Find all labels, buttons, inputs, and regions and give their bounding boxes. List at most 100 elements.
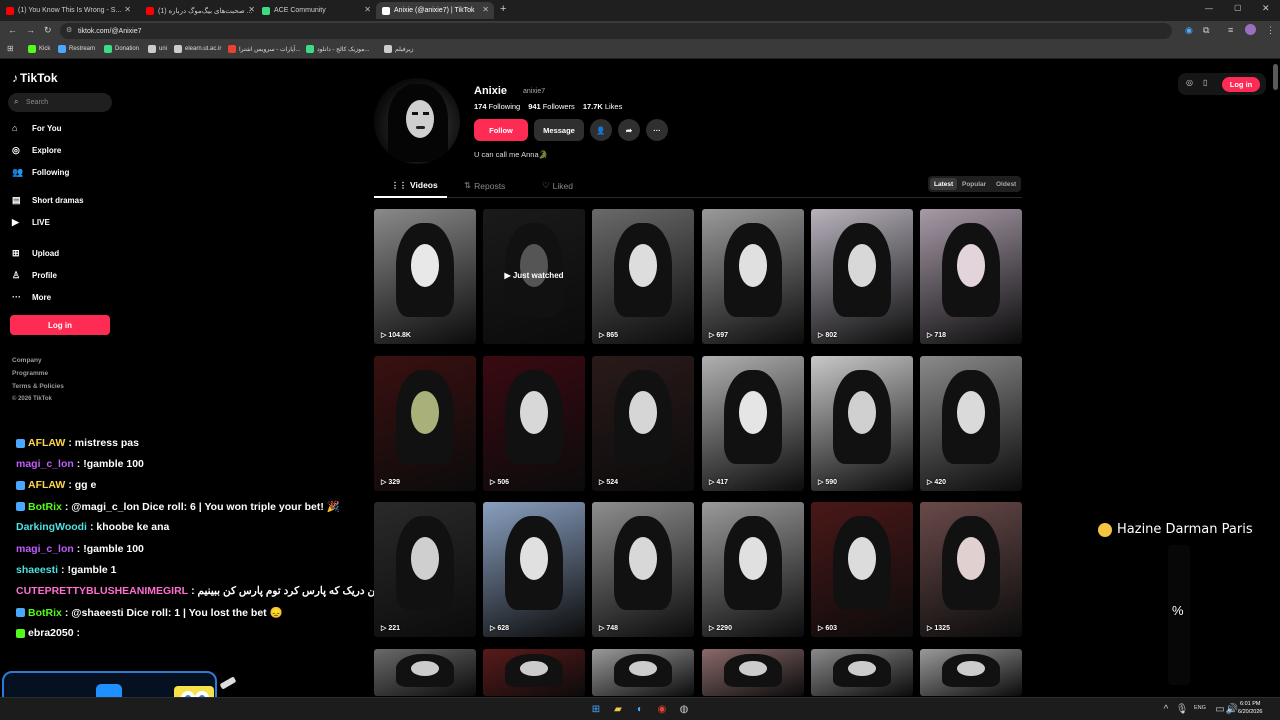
extensions-puzzle-icon[interactable]: ⧉ bbox=[1203, 25, 1209, 36]
tab-liked[interactable]: ♡ Liked bbox=[542, 180, 573, 191]
tab-close-icon[interactable]: ✕ bbox=[364, 5, 371, 14]
tab-close-icon[interactable]: ✕ bbox=[124, 5, 131, 14]
forward-icon[interactable]: → bbox=[26, 25, 35, 35]
following-stat[interactable]: 174 Following bbox=[474, 102, 520, 111]
followers-stat[interactable]: 941 Followers bbox=[528, 102, 575, 111]
sort-popular[interactable]: Popular bbox=[958, 178, 990, 190]
play-icon: ▷ bbox=[599, 332, 605, 339]
video-thumbnail[interactable]: ▷ 697 bbox=[702, 209, 804, 344]
bookmark-item[interactable]: elearn.ut.ac.ir bbox=[174, 45, 221, 53]
tab-close-icon[interactable]: ✕ bbox=[248, 5, 255, 14]
browser-tab[interactable]: ACE Community ✕ bbox=[256, 2, 376, 19]
sidebar-item-upload[interactable]: ⊞ Upload bbox=[12, 248, 59, 259]
bookmark-item[interactable]: موزیک کالج - دانلود... bbox=[306, 45, 369, 53]
sidebar-item-profile[interactable]: ♙ Profile bbox=[12, 270, 57, 281]
video-thumbnail[interactable] bbox=[920, 649, 1022, 696]
video-thumbnail[interactable]: ▷ 603 bbox=[811, 502, 913, 637]
sidebar-item-following[interactable]: 👥 Following bbox=[12, 167, 69, 178]
microphone-icon[interactable]: 🎙 bbox=[1174, 701, 1190, 717]
video-thumbnail[interactable] bbox=[592, 649, 694, 696]
message-button[interactable]: Message bbox=[534, 119, 584, 141]
new-tab-button[interactable]: + bbox=[500, 3, 506, 15]
tiktok-logo[interactable]: ♪ TikTok bbox=[12, 71, 58, 85]
back-icon[interactable]: ← bbox=[8, 25, 17, 35]
video-thumbnail[interactable]: ▷ 221 bbox=[374, 502, 476, 637]
sort-latest[interactable]: Latest bbox=[930, 178, 958, 190]
video-thumbnail[interactable]: ▷ 628 bbox=[483, 502, 585, 637]
sidebar-item-live[interactable]: ▶ LIVE bbox=[12, 217, 50, 228]
page-scrollbar[interactable] bbox=[1273, 64, 1278, 90]
media-icon[interactable]: ≡ bbox=[1228, 25, 1233, 35]
tray-chevron-icon[interactable]: ^ bbox=[1158, 701, 1174, 717]
chat-username: shaeesti bbox=[16, 564, 59, 576]
sidebar-item-more[interactable]: ··· More bbox=[12, 292, 51, 303]
sidebar-item-short-dramas[interactable]: ▤ Short dramas bbox=[12, 195, 84, 206]
extension-icon[interactable]: ◉ bbox=[1185, 25, 1193, 36]
video-thumbnail[interactable]: ▷ 590 bbox=[811, 356, 913, 491]
video-thumbnail[interactable]: ▷ 1325 bbox=[920, 502, 1022, 637]
file-explorer-icon[interactable]: ▰ bbox=[610, 701, 626, 717]
chat-username: AFLAW bbox=[28, 437, 66, 449]
chrome-icon[interactable]: ◉ bbox=[654, 701, 670, 717]
maximize-button[interactable]: ▢ bbox=[1234, 3, 1242, 12]
header-login-button[interactable]: Log in bbox=[1222, 77, 1260, 92]
video-thumbnail[interactable] bbox=[483, 649, 585, 696]
browser-tab[interactable]: (1) You Know This Is Wrong - S... ✕ bbox=[0, 2, 136, 19]
browser-tab[interactable]: (1) صحبت‌های بیگ‌موگ درباره ... ✕ bbox=[140, 2, 260, 19]
bookmark-item[interactable]: Kick bbox=[28, 45, 50, 53]
video-thumbnail[interactable]: ▷ 865 bbox=[592, 209, 694, 344]
bookmark-item[interactable]: uni bbox=[148, 45, 167, 53]
video-thumbnail[interactable]: ▷ 2290 bbox=[702, 502, 804, 637]
add-friend-button[interactable]: 👤 bbox=[590, 119, 612, 141]
start-windows-icon[interactable]: ⊞ bbox=[588, 701, 604, 717]
browser-tab[interactable]: Anixie (@anixie7) | TikTok ✕ bbox=[376, 2, 494, 19]
video-thumbnail[interactable]: ▷ 417 bbox=[702, 356, 804, 491]
video-thumbnail[interactable] bbox=[811, 649, 913, 696]
video-thumbnail[interactable]: ▷ 329 bbox=[374, 356, 476, 491]
site-info-icon[interactable]: ⚙ bbox=[66, 26, 72, 34]
play-icon: ▷ bbox=[490, 479, 496, 486]
language-indicator[interactable]: ENG bbox=[1194, 705, 1206, 711]
profile-avatar-icon[interactable] bbox=[1245, 24, 1256, 35]
menu-icon[interactable]: ⋮ bbox=[1266, 25, 1275, 36]
edge-browser-icon[interactable]: ◐ bbox=[632, 701, 648, 717]
device-icon[interactable]: ▯ bbox=[1203, 78, 1207, 87]
footer-link[interactable]: Company bbox=[12, 357, 42, 364]
drama-icon: ▤ bbox=[12, 195, 21, 205]
apps-grid-icon[interactable]: ⊞ bbox=[7, 44, 14, 53]
bookmark-item[interactable]: زیرفیلم bbox=[384, 45, 414, 53]
address-bar[interactable]: ⚙ tiktok.com/@Anixie7 bbox=[60, 23, 1172, 39]
system-clock[interactable]: 6:01 PM 6/20/2026 bbox=[1238, 700, 1262, 716]
video-thumbnail[interactable]: ▶ Just watched bbox=[483, 209, 585, 344]
follow-button[interactable]: Follow bbox=[474, 119, 528, 141]
video-thumbnail[interactable]: ▷ 420 bbox=[920, 356, 1022, 491]
tab-close-icon[interactable]: ✕ bbox=[482, 5, 489, 14]
sidebar-item-for-you[interactable]: ⌂ For You bbox=[12, 123, 61, 134]
video-thumbnail[interactable]: ▷ 524 bbox=[592, 356, 694, 491]
close-window-button[interactable]: ✕ bbox=[1262, 3, 1270, 14]
coin-icon[interactable]: ◎ bbox=[1186, 78, 1193, 87]
footer-link[interactable]: Programme bbox=[12, 370, 48, 377]
video-thumbnail[interactable]: ▷ 506 bbox=[483, 356, 585, 491]
obs-icon[interactable]: ◍ bbox=[676, 701, 692, 717]
video-thumbnail[interactable]: ▷ 718 bbox=[920, 209, 1022, 344]
share-button[interactable]: ➦ bbox=[618, 119, 640, 141]
tab-videos[interactable]: ⋮⋮ Videos bbox=[391, 180, 438, 190]
reload-icon[interactable]: ↻ bbox=[44, 25, 52, 36]
sort-oldest[interactable]: Oldest bbox=[992, 178, 1020, 190]
footer-link[interactable]: Terms & Policies bbox=[12, 383, 64, 390]
sidebar-login-button[interactable]: Log in bbox=[10, 315, 110, 335]
sidebar-item-explore[interactable]: ◎ Explore bbox=[12, 145, 61, 156]
video-thumbnail[interactable]: ▷ 104.8K bbox=[374, 209, 476, 344]
video-thumbnail[interactable]: ▷ 802 bbox=[811, 209, 913, 344]
minimize-button[interactable]: — bbox=[1205, 4, 1213, 13]
bookmark-item[interactable]: Restream bbox=[58, 45, 95, 53]
video-thumbnail[interactable] bbox=[702, 649, 804, 696]
video-thumbnail[interactable] bbox=[374, 649, 476, 696]
bookmark-item[interactable]: آپارات - سرویس اشترا... bbox=[228, 45, 300, 53]
video-thumbnail[interactable]: ▷ 748 bbox=[592, 502, 694, 637]
more-options-button[interactable]: ··· bbox=[646, 119, 668, 141]
search-input[interactable]: ⌕ Search bbox=[8, 93, 112, 112]
tab-reposts[interactable]: ⇅ Reposts bbox=[464, 180, 505, 191]
bookmark-item[interactable]: Donation bbox=[104, 45, 139, 53]
